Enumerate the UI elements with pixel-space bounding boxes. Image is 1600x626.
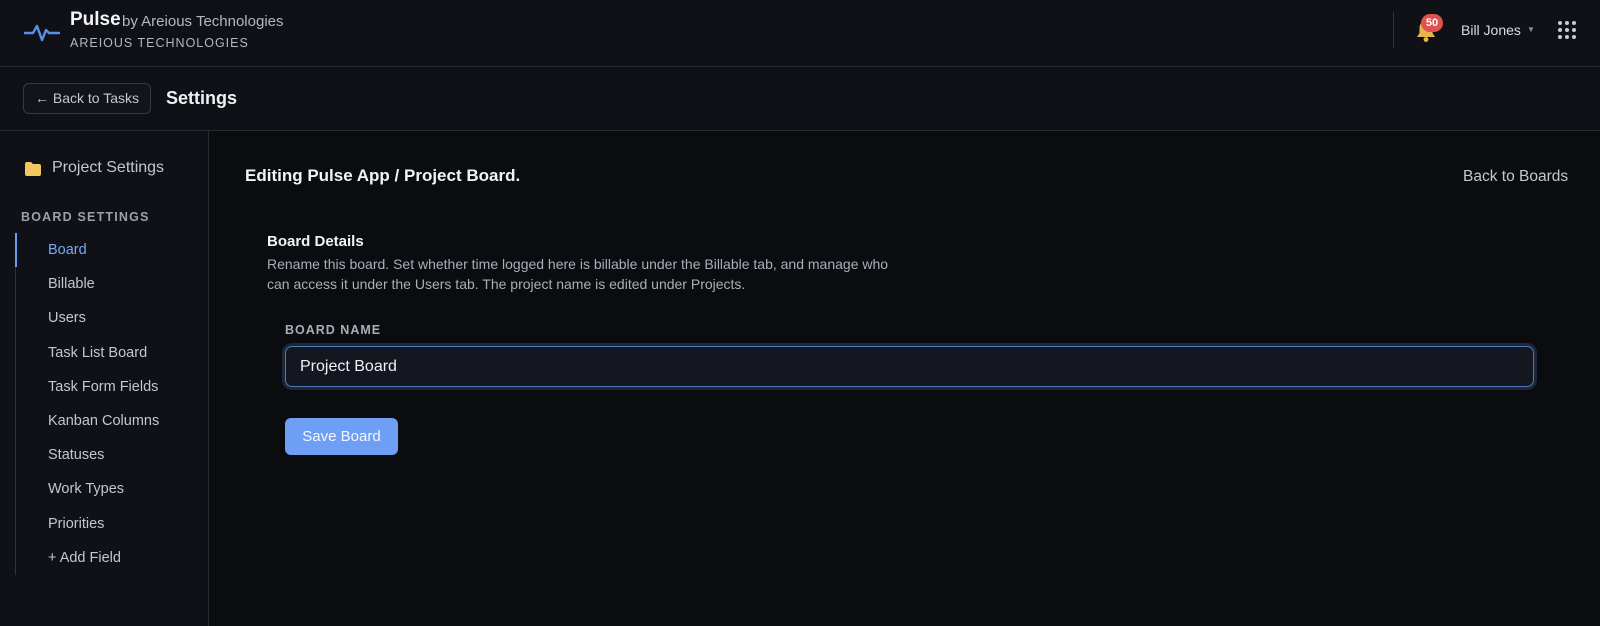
brand-name: Pulse	[70, 9, 121, 30]
board-details-heading: Board Details	[267, 233, 364, 250]
user-menu[interactable]: Bill Jones	[1461, 22, 1521, 38]
pulse-logo-icon	[24, 24, 60, 42]
caret-down-icon[interactable]: ▼	[1527, 25, 1535, 34]
folder-icon	[25, 162, 41, 176]
editing-title: Editing Pulse App / Project Board.	[245, 166, 521, 185]
sidebar-item-task-form-fields[interactable]: Task Form Fields	[16, 370, 209, 404]
sidebar-item-task-list-board[interactable]: Task List Board	[16, 336, 209, 370]
save-board-button[interactable]: Save Board	[285, 418, 398, 455]
board-name-label: BOARD NAME	[285, 323, 382, 337]
sidebar-item-billable[interactable]: Billable	[16, 267, 209, 301]
app-header: Pulse by Areious Technologies AREIOUS TE…	[0, 0, 1600, 67]
notification-badge: 50	[1421, 14, 1443, 32]
settings-sidebar: Project Settings BOARD SETTINGS Board Bi…	[0, 131, 209, 626]
back-to-tasks-button[interactable]: ← Back to Tasks	[23, 83, 152, 114]
sub-header: ← Back to Tasks Settings	[0, 67, 1600, 131]
header-divider	[1393, 12, 1394, 48]
back-to-boards-link[interactable]: Back to Boards	[1463, 168, 1568, 186]
brand-organization: AREIOUS TECHNOLOGIES	[70, 36, 249, 50]
sidebar-item-add-field[interactable]: + Add Field	[16, 541, 209, 575]
sidebar-item-statuses[interactable]: Statuses	[16, 438, 209, 472]
board-settings-heading: BOARD SETTINGS	[21, 210, 150, 224]
sidebar-item-work-types[interactable]: Work Types	[16, 472, 209, 506]
sidebar-item-board[interactable]: Board	[15, 233, 209, 268]
board-name-input[interactable]	[285, 346, 1534, 387]
sidebar-item-users[interactable]: Users	[16, 301, 209, 335]
brand-byline: by Areious Technologies	[122, 13, 284, 30]
page-title: Settings	[166, 88, 238, 108]
sidebar-item-priorities[interactable]: Priorities	[16, 507, 209, 541]
sidebar-item-kanban-columns[interactable]: Kanban Columns	[16, 404, 209, 438]
apps-grid-icon[interactable]	[1558, 21, 1576, 39]
board-details-description: Rename this board. Set whether time logg…	[267, 256, 889, 292]
board-settings-nav: Board Billable Users Task List Board Tas…	[15, 233, 209, 575]
project-settings-link[interactable]: Project Settings	[52, 159, 164, 177]
